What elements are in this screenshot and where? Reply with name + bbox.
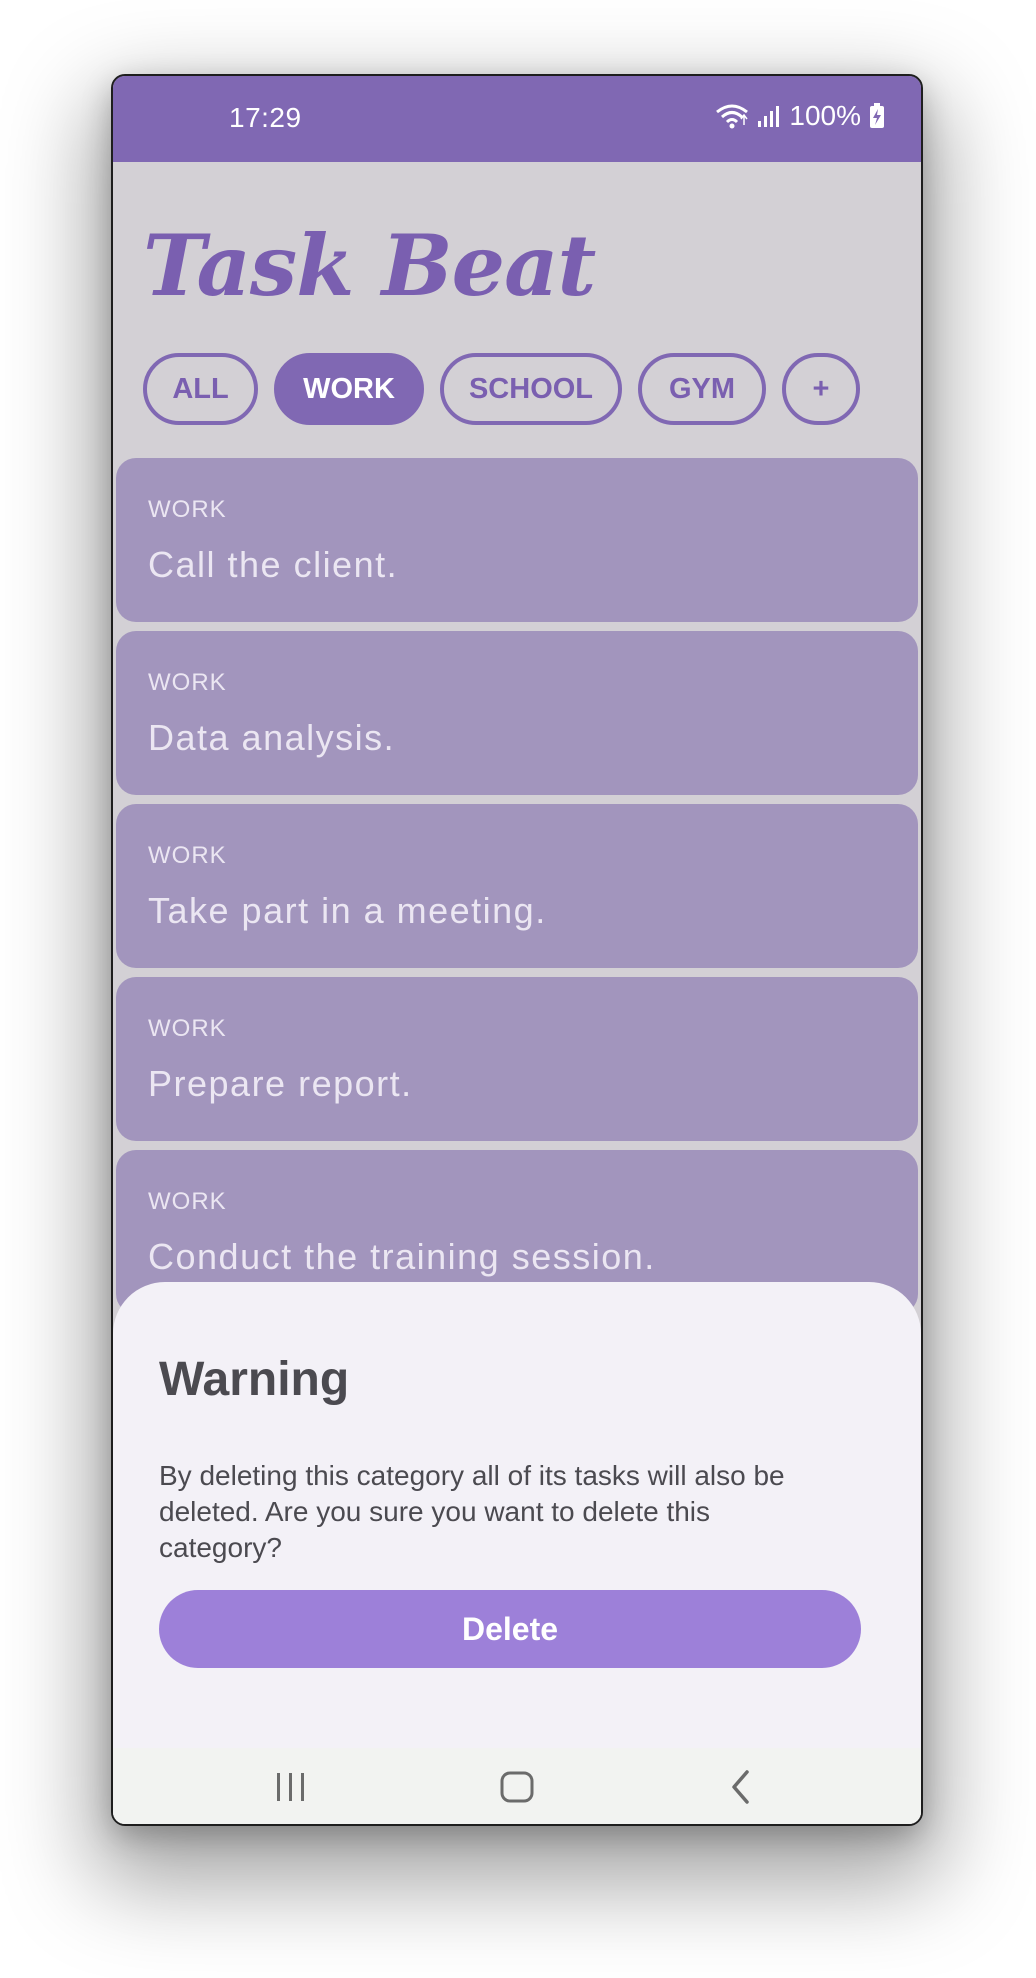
back-icon	[729, 1769, 753, 1810]
home-icon	[499, 1770, 535, 1809]
recent-apps-button[interactable]	[231, 1748, 351, 1824]
recent-apps-icon	[274, 1771, 308, 1808]
task-title: Call the client.	[148, 544, 399, 585]
status-time: 17:29	[229, 102, 302, 133]
dialog-title: Warning	[159, 1353, 350, 1406]
task-title: Conduct the training session.	[148, 1236, 656, 1277]
add-category-button[interactable]: +	[782, 353, 860, 425]
task-title: Data analysis.	[148, 717, 396, 758]
task-category: WORK	[148, 1015, 227, 1042]
task-card[interactable]: WORK Prepare report.	[116, 977, 918, 1141]
task-card[interactable]: WORK Take part in a meeting.	[116, 804, 918, 968]
task-list: WORK Call the client. WORK Data analysis…	[116, 458, 918, 1323]
task-category: WORK	[148, 669, 227, 696]
task-title: Take part in a meeting.	[148, 890, 547, 931]
dialog-message: By deleting this category all of its tas…	[159, 1460, 785, 1563]
wifi-icon	[715, 103, 749, 129]
task-card[interactable]: WORK Call the client.	[116, 458, 918, 622]
chip-all[interactable]: ALL	[143, 353, 258, 425]
category-chips: ALL WORK SCHOOL GYM +	[143, 353, 860, 425]
navigation-bar	[113, 1748, 921, 1824]
task-category: WORK	[148, 1188, 227, 1215]
phone-screen: 17:29 100% Task Beat ALL WORK SCHOOL GYM…	[111, 74, 923, 1826]
task-category: WORK	[148, 842, 227, 869]
chip-gym[interactable]: GYM	[638, 353, 766, 425]
battery-text: 100%	[789, 100, 861, 131]
signal-icon	[757, 104, 781, 128]
task-title: Prepare report.	[148, 1063, 413, 1104]
delete-category-sheet: Warning By deleting this category all of…	[113, 1282, 921, 1824]
status-bar: 17:29 100%	[113, 76, 921, 162]
back-button[interactable]	[681, 1748, 801, 1824]
battery-charging-icon	[869, 103, 885, 129]
task-card[interactable]: WORK Data analysis.	[116, 631, 918, 795]
chip-work[interactable]: WORK	[274, 353, 424, 425]
task-category: WORK	[148, 496, 227, 523]
status-icons: 100%	[715, 100, 885, 132]
chip-school[interactable]: SCHOOL	[440, 353, 622, 425]
delete-button[interactable]: Delete	[159, 1590, 861, 1668]
app-title: Task Beat	[143, 216, 596, 315]
home-button[interactable]	[457, 1748, 577, 1824]
